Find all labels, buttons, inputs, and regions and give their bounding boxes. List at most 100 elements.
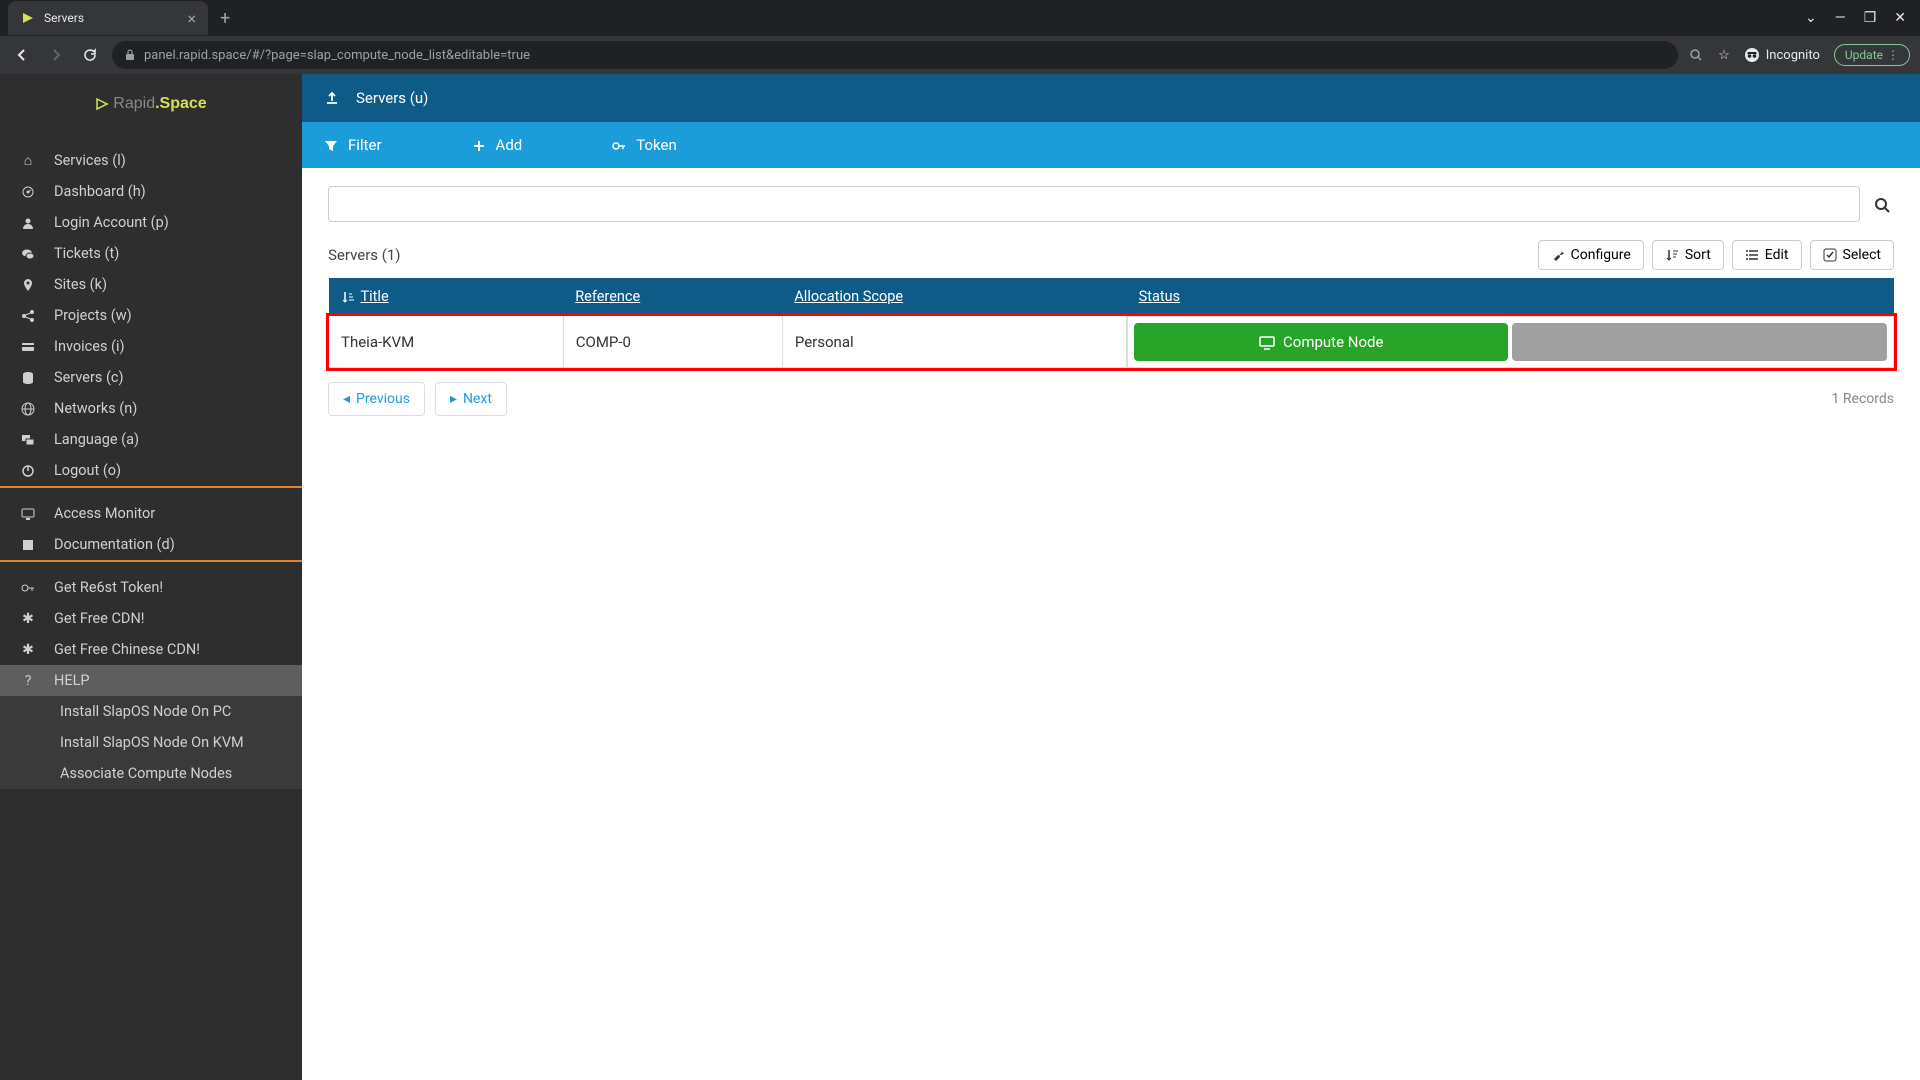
search-button[interactable]: [1870, 195, 1894, 214]
home-icon: ⌂: [18, 152, 38, 169]
sidebar-item-cdn-cn[interactable]: ✱Get Free Chinese CDN!: [0, 634, 302, 665]
table-header: Title Reference Allocation Scope Status: [329, 278, 1894, 316]
select-button[interactable]: Select: [1810, 240, 1894, 270]
logo-icon: [95, 95, 109, 113]
help-item-kvm[interactable]: Install SlapOS Node On KVM: [0, 727, 302, 758]
filter-button[interactable]: Filter: [324, 136, 382, 154]
maximize-icon[interactable]: ❐: [1864, 10, 1877, 26]
col-reference[interactable]: Reference: [563, 278, 782, 316]
bookmark-icon[interactable]: ☆: [1718, 48, 1730, 63]
incognito-badge: Incognito: [1744, 47, 1820, 63]
globe-icon: [18, 401, 38, 417]
sort-button[interactable]: Sort: [1652, 240, 1724, 270]
incognito-label: Incognito: [1766, 48, 1820, 63]
next-button[interactable]: ▸Next: [435, 382, 507, 416]
cell-allocation: Personal: [782, 316, 1126, 368]
sidebar-item-language[interactable]: Language (a): [0, 424, 302, 455]
star-icon: ✱: [18, 611, 38, 627]
new-tab-button[interactable]: +: [208, 8, 242, 29]
sidebar-item-monitor[interactable]: Access Monitor: [0, 498, 302, 529]
zoom-icon[interactable]: [1688, 47, 1704, 63]
help-item-pc[interactable]: Install SlapOS Node On PC: [0, 696, 302, 727]
sidebar-item-sites[interactable]: Sites (k): [0, 269, 302, 300]
nav-section-tools: Access Monitor Documentation (d): [0, 486, 302, 560]
list-icon: [1745, 247, 1759, 263]
previous-button[interactable]: ◂Previous: [328, 382, 425, 416]
pager: ◂Previous ▸Next: [328, 382, 507, 416]
sidebar-item-tickets[interactable]: Tickets (t): [0, 238, 302, 269]
upload-icon[interactable]: [324, 89, 340, 107]
sidebar-item-servers[interactable]: Servers (c): [0, 362, 302, 393]
search-input[interactable]: [328, 186, 1860, 222]
pin-icon: [18, 277, 38, 293]
table-row[interactable]: Theia-KVM COMP-0 Personal Compute Node: [329, 316, 1894, 368]
check-icon: [1823, 247, 1837, 263]
action-bar: Filter Add Token: [302, 122, 1920, 168]
lock-icon: [124, 48, 136, 63]
incognito-icon: [1744, 47, 1760, 63]
sidebar-item-projects[interactable]: Projects (w): [0, 300, 302, 331]
forward-button[interactable]: [44, 43, 68, 67]
col-allocation[interactable]: Allocation Scope: [782, 278, 1126, 316]
sidebar-item-networks[interactable]: Networks (n): [0, 393, 302, 424]
close-window-icon[interactable]: ✕: [1894, 10, 1906, 26]
minimize-icon[interactable]: —: [1835, 10, 1846, 26]
plus-icon: [472, 136, 486, 154]
question-icon: ?: [18, 673, 38, 689]
lang-icon: [18, 432, 38, 448]
tab-bar: Servers × + ⌄ — ❐ ✕: [0, 0, 1920, 36]
sidebar-item-dashboard[interactable]: Dashboard (h): [0, 176, 302, 207]
sidebar-item-login[interactable]: Login Account (p): [0, 207, 302, 238]
sidebar-item-re6st[interactable]: Get Re6st Token!: [0, 572, 302, 603]
table-title: Servers (1): [328, 246, 401, 264]
nav-section-main: ⌂Services (l) Dashboard (h) Login Accoun…: [0, 134, 302, 486]
sidebar-item-docs[interactable]: Documentation (d): [0, 529, 302, 560]
monitor-icon: [18, 506, 38, 522]
back-button[interactable]: [10, 43, 34, 67]
chevron-down-icon[interactable]: ⌄: [1805, 10, 1817, 26]
gauge-icon: [18, 184, 38, 200]
help-item-associate[interactable]: Associate Compute Nodes: [0, 758, 302, 789]
cell-title: Theia-KVM: [329, 316, 564, 368]
add-button[interactable]: Add: [472, 136, 523, 154]
col-title[interactable]: Title: [329, 278, 564, 316]
comments-icon: [18, 246, 38, 262]
sidebar-item-logout[interactable]: Logout (o): [0, 455, 302, 486]
database-icon: [18, 370, 38, 386]
table-tools: Configure Sort Edit Select: [1538, 240, 1894, 270]
page-header: Servers (u): [302, 74, 1920, 122]
sort-asc-icon: [341, 288, 355, 305]
configure-button[interactable]: Configure: [1538, 240, 1644, 270]
search-row: [328, 186, 1894, 222]
sidebar-item-invoices[interactable]: Invoices (i): [0, 331, 302, 362]
data-table: Title Reference Allocation Scope Status …: [328, 278, 1894, 368]
monitor-icon: [1259, 333, 1275, 351]
tab-close-icon[interactable]: ×: [187, 9, 196, 28]
logo[interactable]: Rapid.Space: [0, 74, 302, 134]
sidebar-item-cdn[interactable]: ✱Get Free CDN!: [0, 603, 302, 634]
power-icon: [18, 463, 38, 479]
browser-tab[interactable]: Servers ×: [8, 1, 208, 35]
key-icon: [612, 136, 626, 154]
token-button[interactable]: Token: [612, 136, 676, 154]
cell-status: Compute Node: [1127, 316, 1893, 368]
records-count: 1 Records: [1832, 391, 1894, 407]
reload-button[interactable]: [78, 43, 102, 67]
wrench-icon: [1551, 247, 1565, 263]
url-field[interactable]: panel.rapid.space/#/?page=slap_compute_n…: [112, 41, 1678, 69]
help-header: ?HELP: [0, 665, 302, 696]
sidebar: Rapid.Space ⌂Services (l) Dashboard (h) …: [0, 74, 302, 1080]
app-root: Rapid.Space ⌂Services (l) Dashboard (h) …: [0, 74, 1920, 1080]
edit-button[interactable]: Edit: [1732, 240, 1802, 270]
window-controls: ⌄ — ❐ ✕: [1791, 10, 1920, 26]
page-title: Servers (u): [356, 89, 428, 107]
caret-right-icon: ▸: [450, 391, 457, 407]
sort-icon: [1665, 247, 1679, 263]
col-status[interactable]: Status: [1127, 278, 1894, 316]
key-icon: [18, 580, 38, 596]
update-button[interactable]: Update ⋮: [1834, 44, 1910, 66]
status-empty-slot: [1512, 323, 1886, 361]
url-bar: panel.rapid.space/#/?page=slap_compute_n…: [0, 36, 1920, 74]
sidebar-item-services[interactable]: ⌂Services (l): [0, 145, 302, 176]
status-badge[interactable]: Compute Node: [1134, 323, 1508, 361]
